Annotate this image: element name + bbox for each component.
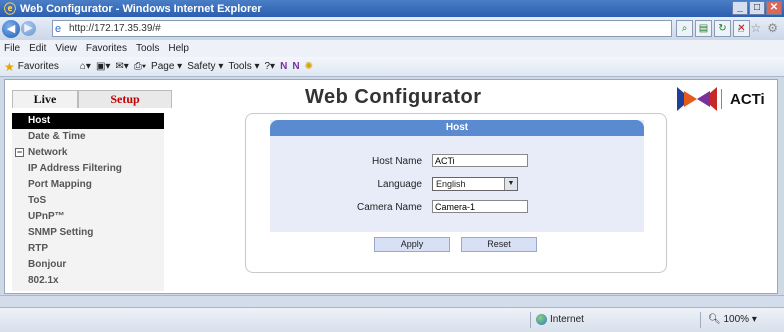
zoom-level: 100% (723, 314, 750, 325)
sidebar-item-tos[interactable]: ToS (12, 193, 164, 209)
sidebar-item-8021x[interactable]: 802.1x (12, 273, 164, 289)
page-title: Web Configurator (305, 86, 482, 108)
camera-name-field[interactable] (432, 200, 528, 213)
sidebar-item-network[interactable]: − Network (12, 145, 164, 161)
sidebar-item-date-time[interactable]: Date & Time (12, 129, 164, 145)
host-panel: Host Host Name Language English ▼ Camera… (245, 113, 667, 273)
host-name-label: Host Name (371, 156, 422, 167)
language-select[interactable]: English ▼ (432, 177, 518, 191)
home-icon[interactable]: ⌂ (737, 21, 744, 35)
zoom-icon: 🔍︎ (708, 314, 721, 325)
brand-name: ACTi (730, 90, 765, 108)
onenote-icon[interactable]: N (280, 61, 287, 72)
logo-divider (721, 89, 722, 109)
horizontal-scrollbar[interactable] (0, 295, 784, 307)
home-menu-icon[interactable]: ⌂▾ (80, 61, 91, 72)
address-input[interactable]: e http://172.17.35.39/# (52, 20, 672, 37)
maximize-button[interactable]: □ (749, 1, 765, 15)
minimize-button[interactable]: _ (732, 1, 748, 15)
feeds-icon[interactable]: ▣▾ (96, 61, 110, 72)
language-value: English (436, 179, 466, 189)
status-divider (700, 312, 701, 328)
compatibility-icon[interactable]: ▤ (695, 20, 712, 37)
settings-gear-icon[interactable]: ⚙ (767, 21, 778, 35)
menu-bar: File Edit View Favorites Tools Help (0, 40, 784, 57)
chevron-down-icon[interactable]: ▼ (504, 178, 517, 190)
globe-icon (536, 314, 547, 325)
collapse-icon[interactable]: − (15, 148, 24, 157)
favorites-star-icon[interactable]: ☆ (750, 21, 761, 35)
chevron-down-icon[interactable]: ▾ (752, 314, 757, 325)
window-titlebar: ⓔ Web Configurator - Windows Internet Ex… (0, 0, 784, 17)
page-content: Live Setup Web Configurator ACTi Host Da… (4, 79, 778, 294)
zone-label: Internet (550, 314, 584, 325)
mail-icon[interactable]: ✉▾ (115, 61, 128, 72)
safety-menu[interactable]: Safety ▾ (187, 61, 223, 72)
search-dropdown-icon[interactable]: ⌕ (676, 20, 693, 37)
sidebar-item-port-mapping[interactable]: Port Mapping (12, 177, 164, 193)
form-header: Host (270, 120, 644, 136)
sidebar-item-rtp[interactable]: RTP (12, 241, 164, 257)
help-icon[interactable]: ?▾ (265, 61, 276, 72)
status-divider (530, 312, 531, 328)
security-zone[interactable]: Internet (536, 314, 584, 325)
sidebar-item-label: Network (28, 147, 68, 158)
sidebar-item-upnp[interactable]: UPnP™ (12, 209, 164, 225)
back-icon[interactable]: ◀ (2, 19, 20, 38)
address-toolbar: ◀ ▶ e http://172.17.35.39/# ⌕ ▤ ↻ ✕ ⌂ ☆ … (0, 17, 784, 40)
camera-name-label: Camera Name (356, 202, 422, 213)
language-row: Language English ▼ (270, 177, 644, 193)
sidebar-item-bonjour[interactable]: Bonjour (12, 257, 164, 273)
menu-help[interactable]: Help (168, 43, 189, 54)
favorites-icon: ★ (4, 59, 15, 74)
sidebar-item-host[interactable]: Host (12, 113, 164, 129)
address-text: http://172.17.35.39/# (69, 23, 161, 34)
settings-sidebar: Host Date & Time − Network IP Address Fi… (12, 113, 164, 291)
refresh-icon[interactable]: ↻ (714, 20, 731, 37)
reset-button[interactable]: Reset (461, 237, 537, 252)
onenote-link-icon[interactable]: N (292, 61, 299, 72)
acti-logo-icon (677, 87, 717, 111)
sidebar-item-snmp-setting[interactable]: SNMP Setting (12, 225, 164, 241)
acti-logo: ACTi (677, 86, 769, 112)
close-button[interactable]: ✕ (766, 1, 782, 15)
menu-file[interactable]: File (4, 43, 20, 54)
favorites-bar: ★ Favorites ⌂▾ ▣▾ ✉▾ ⎙▾ Page ▾ Safety ▾ … (0, 57, 784, 77)
menu-tools[interactable]: Tools (136, 43, 159, 54)
menu-view[interactable]: View (55, 43, 77, 54)
mode-tabs: Live Setup (12, 90, 172, 108)
window-controls: _ □ ✕ (732, 1, 782, 15)
right-tools: ⌂ ☆ ⚙ (737, 21, 778, 35)
tab-live[interactable]: Live (12, 90, 78, 108)
apply-button[interactable]: Apply (374, 237, 450, 252)
page-menu[interactable]: Page ▾ (151, 61, 182, 72)
ie-icon: ⓔ (3, 1, 16, 16)
tab-setup[interactable]: Setup (78, 90, 172, 108)
status-bar: Internet 🔍︎ 100% ▾ (0, 307, 784, 332)
language-label: Language (377, 179, 423, 190)
favorites-button[interactable]: Favorites (18, 61, 59, 72)
host-name-row: Host Name (270, 154, 644, 170)
camera-name-row: Camera Name (270, 200, 644, 216)
window-title: Web Configurator - Windows Internet Expl… (20, 2, 262, 15)
host-name-field[interactable] (432, 154, 528, 167)
forward-icon[interactable]: ▶ (21, 21, 36, 36)
host-form: Host Host Name Language English ▼ Camera… (270, 120, 644, 232)
zoom-control[interactable]: 🔍︎ 100% ▾ (708, 314, 757, 325)
menu-edit[interactable]: Edit (29, 43, 46, 54)
tools-menu[interactable]: Tools ▾ (228, 61, 259, 72)
page-favicon-icon: e (55, 23, 62, 35)
research-icon[interactable]: ✺ (305, 61, 313, 72)
sidebar-item-ip-address-filtering[interactable]: IP Address Filtering (12, 161, 164, 177)
menu-favorites[interactable]: Favorites (86, 43, 127, 54)
print-icon[interactable]: ⎙▾ (134, 61, 146, 72)
